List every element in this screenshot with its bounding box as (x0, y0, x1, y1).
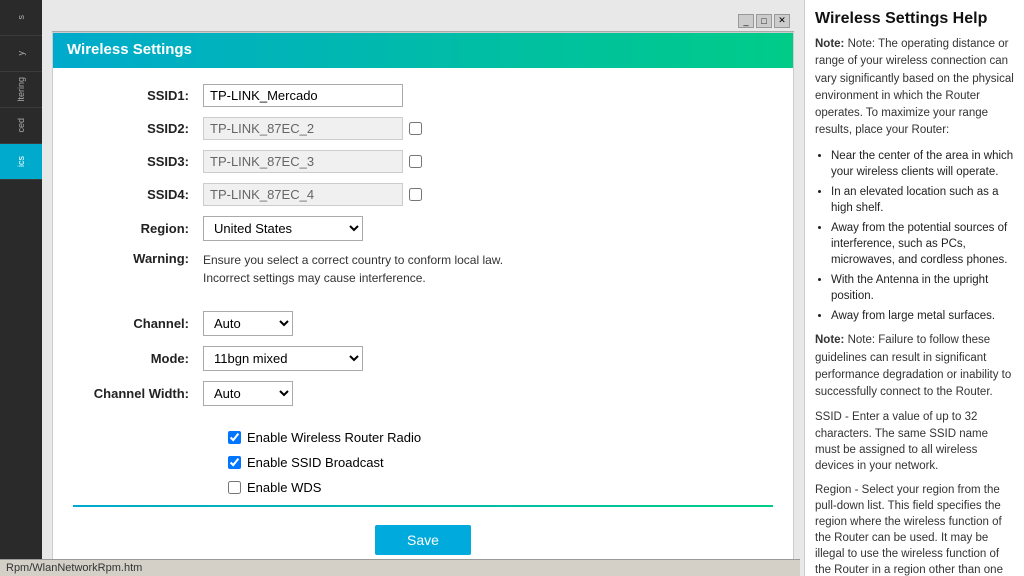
mode-select[interactable]: 11bgn mixed (203, 346, 363, 371)
ssid2-checkbox[interactable] (409, 122, 422, 135)
panel-title: Wireless Settings (67, 41, 192, 58)
sidebar-item-filtering-label: ltering (16, 77, 26, 102)
window-chrome: _ □ ✕ (52, 10, 794, 32)
help-title: Wireless Settings Help (815, 10, 1014, 28)
enable-ssid-label: Enable SSID Broadcast (247, 455, 384, 470)
help-ssid: SSID - Enter a value of up to 32 charact… (815, 409, 1014, 473)
save-row: Save (73, 515, 773, 561)
ssid4-label: SSID4: (73, 187, 203, 202)
channel-row: Channel: Auto (73, 311, 773, 336)
ssid3-row: SSID3: (73, 150, 773, 173)
minimize-button[interactable]: _ (738, 14, 754, 28)
main-content-area: _ □ ✕ Wireless Settings SSID1: SSID2: SS… (42, 0, 804, 576)
sidebar-item-ced[interactable]: ced (0, 108, 42, 144)
sidebar: s y ltering ced ics (0, 0, 42, 576)
ssid1-label: SSID1: (73, 88, 203, 103)
enable-ssid-row: Enable SSID Broadcast (73, 455, 773, 470)
mode-label: Mode: (73, 351, 203, 366)
ssid2-input[interactable] (203, 117, 403, 140)
channel-width-row: Channel Width: Auto (73, 381, 773, 406)
ssid3-label: SSID3: (73, 154, 203, 169)
ssid4-row: SSID4: (73, 183, 773, 206)
region-row: Region: United States (73, 216, 773, 241)
status-bar: Rpm/WlanNetworkRpm.htm (42, 559, 800, 576)
help-note1: Note: Note: The operating distance or ra… (815, 36, 1014, 140)
ssid2-row: SSID2: (73, 117, 773, 140)
warning-row: Warning: Ensure you select a correct cou… (73, 251, 773, 287)
status-url: Rpm/WlanNetworkRpm.htm (42, 562, 142, 574)
help-bullet-list: Near the center of the area in which you… (815, 148, 1014, 325)
save-button[interactable]: Save (375, 525, 471, 555)
enable-radio-label: Enable Wireless Router Radio (247, 430, 421, 445)
channel-width-label: Channel Width: (73, 386, 203, 401)
channel-width-select[interactable]: Auto (203, 381, 293, 406)
sidebar-item-ics-label: ics (16, 156, 26, 167)
help-ssid-text: SSID - Enter a value of up to 32 charact… (815, 411, 988, 471)
enable-wds-row: Enable WDS (73, 480, 773, 495)
ssid3-checkbox[interactable] (409, 155, 422, 168)
enable-wds-checkbox[interactable] (228, 481, 241, 494)
help-bullet-2: In an elevated location such as a high s… (831, 184, 1014, 216)
ssid1-input[interactable] (203, 84, 403, 107)
enable-radio-checkbox[interactable] (228, 431, 241, 444)
enable-ssid-checkbox[interactable] (228, 456, 241, 469)
close-button[interactable]: ✕ (774, 14, 790, 28)
sidebar-item-filtering[interactable]: ltering (0, 72, 42, 108)
channel-select[interactable]: Auto (203, 311, 293, 336)
help-bullet-4: With the Antenna in the upright position… (831, 272, 1014, 304)
mode-row: Mode: 11bgn mixed (73, 346, 773, 371)
region-select[interactable]: United States (203, 216, 363, 241)
sidebar-item-ics[interactable]: ics (0, 144, 42, 180)
help-note2: Note: Note: Failure to follow these guid… (815, 332, 1014, 401)
sidebar-item-y[interactable]: y (0, 36, 42, 72)
sidebar-item-ced-label: ced (16, 118, 26, 133)
region-label: Region: (73, 221, 203, 236)
maximize-button[interactable]: □ (756, 14, 772, 28)
ssid2-label: SSID2: (73, 121, 203, 136)
bottom-divider (73, 505, 773, 507)
enable-wds-label: Enable WDS (247, 480, 321, 495)
warning-text: Ensure you select a correct country to c… (203, 251, 503, 287)
channel-label: Channel: (73, 316, 203, 331)
ssid4-input[interactable] (203, 183, 403, 206)
help-bullet-5: Away from large metal surfaces. (831, 308, 1014, 324)
settings-panel: Wireless Settings SSID1: SSID2: SSID3: (52, 32, 794, 576)
panel-title-bar: Wireless Settings (53, 33, 793, 66)
form-content: SSID1: SSID2: SSID3: SSID4: (53, 68, 793, 576)
help-region: Region - Select your region from the pul… (815, 482, 1014, 576)
warning-label: Warning: (73, 251, 203, 266)
help-bullet-3: Away from the potential sources of inter… (831, 220, 1014, 268)
help-region-text: Region - Select your region from the pul… (815, 484, 1009, 576)
spacer1 (73, 297, 773, 311)
sidebar-item-y-label: y (16, 51, 26, 56)
ssid1-row: SSID1: (73, 84, 773, 107)
enable-radio-row: Enable Wireless Router Radio (73, 430, 773, 445)
spacer2 (73, 416, 773, 430)
ssid4-checkbox[interactable] (409, 188, 422, 201)
sidebar-item-s-label: s (16, 15, 26, 20)
help-panel: Wireless Settings Help Note: Note: The o… (804, 0, 1024, 576)
ssid3-input[interactable] (203, 150, 403, 173)
sidebar-item-s[interactable]: s (0, 0, 42, 36)
help-bullet-1: Near the center of the area in which you… (831, 148, 1014, 180)
